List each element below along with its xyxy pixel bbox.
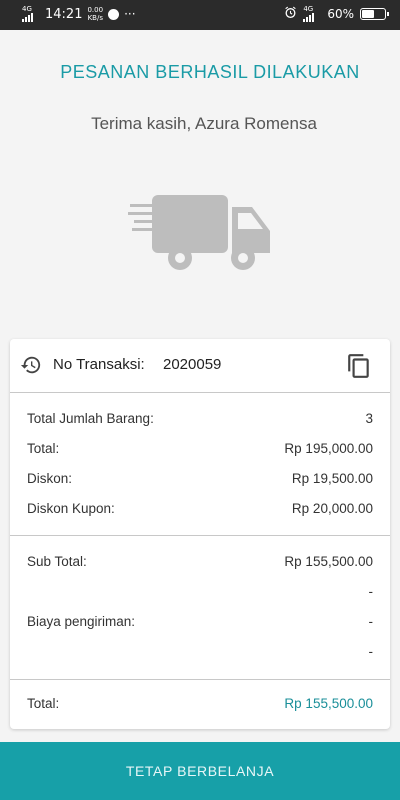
- summary-row-discount: Diskon: Rp 19,500.00: [27, 471, 373, 486]
- summary-label: Diskon Kupon:: [27, 501, 115, 516]
- network-speed-unit: KB/s: [87, 14, 103, 22]
- page-title: PESANAN BERHASIL DILAKUKAN: [60, 62, 360, 82]
- summary-value: Rp 195,000.00: [284, 441, 373, 456]
- subtotal-extra-value: -: [368, 584, 374, 599]
- clock: 14:21: [45, 6, 83, 22]
- grand-total-row: Total: Rp 155,500.00: [27, 696, 373, 711]
- alarm-icon: [284, 6, 297, 22]
- status-bar: 4G 14:21 0.00 KB/s ··· 4G 60%: [0, 0, 400, 30]
- subtotal-extra-row: -: [27, 584, 374, 599]
- summary-value: 3: [365, 411, 373, 426]
- transaction-row: No Transaksi: 2020059: [10, 339, 390, 392]
- shipping-row: Biaya pengiriman: -: [27, 614, 373, 629]
- summary-label: Total:: [27, 441, 60, 456]
- summary-label: Diskon:: [27, 471, 73, 486]
- thank-you-message: Terima kasih, Azura Romensa: [91, 114, 317, 133]
- shipping-value: -: [368, 614, 374, 629]
- delivery-truck-icon: [128, 195, 270, 270]
- history-icon: [20, 356, 41, 374]
- summary-label: Total Jumlah Barang:: [27, 411, 154, 426]
- summary-row-item-count: Total Jumlah Barang: 3: [27, 411, 373, 426]
- summary-value: Rp 20,000.00: [291, 501, 373, 516]
- network-speed-value: 0.00: [87, 6, 104, 14]
- summary-value: Rp 19,500.00: [291, 471, 373, 486]
- copy-icon[interactable]: [346, 353, 372, 379]
- subtotal-label: Sub Total:: [27, 554, 87, 569]
- continue-shopping-button[interactable]: TETAP BERBELANJA: [0, 742, 400, 800]
- network-type-label: 4G: [22, 5, 32, 13]
- battery-icon: [360, 8, 389, 20]
- battery-percentage: 60%: [327, 7, 354, 21]
- subtotal-row: Sub Total: Rp 155,500.00: [27, 554, 373, 569]
- more-notifications-icon: ···: [124, 7, 136, 21]
- notification-icon: [108, 8, 120, 20]
- summary-row-coupon-discount: Diskon Kupon: Rp 20,000.00: [27, 501, 373, 516]
- shipping-extra-row: -: [27, 644, 374, 659]
- signal-icon: 4G: [22, 6, 40, 22]
- grand-total-label: Total:: [27, 696, 60, 711]
- summary-row-total: Total: Rp 195,000.00: [27, 441, 373, 456]
- network-speed: 0.00 KB/s: [87, 6, 103, 22]
- divider: [10, 535, 390, 536]
- divider: [10, 392, 390, 393]
- divider: [10, 679, 390, 680]
- shipping-label: Biaya pengiriman:: [27, 614, 136, 629]
- order-summary-card: No Transaksi: 2020059 Total Jumlah Baran…: [10, 339, 390, 729]
- network-type-label-right: 4G: [303, 5, 314, 13]
- transaction-number: 2020059: [163, 356, 222, 373]
- transaction-label: No Transaksi:: [53, 356, 145, 373]
- grand-total-value: Rp 155,500.00: [284, 696, 373, 711]
- shipping-extra-value: -: [368, 644, 374, 659]
- subtotal-value: Rp 155,500.00: [284, 554, 373, 569]
- signal-icon-right: 4G: [303, 6, 321, 22]
